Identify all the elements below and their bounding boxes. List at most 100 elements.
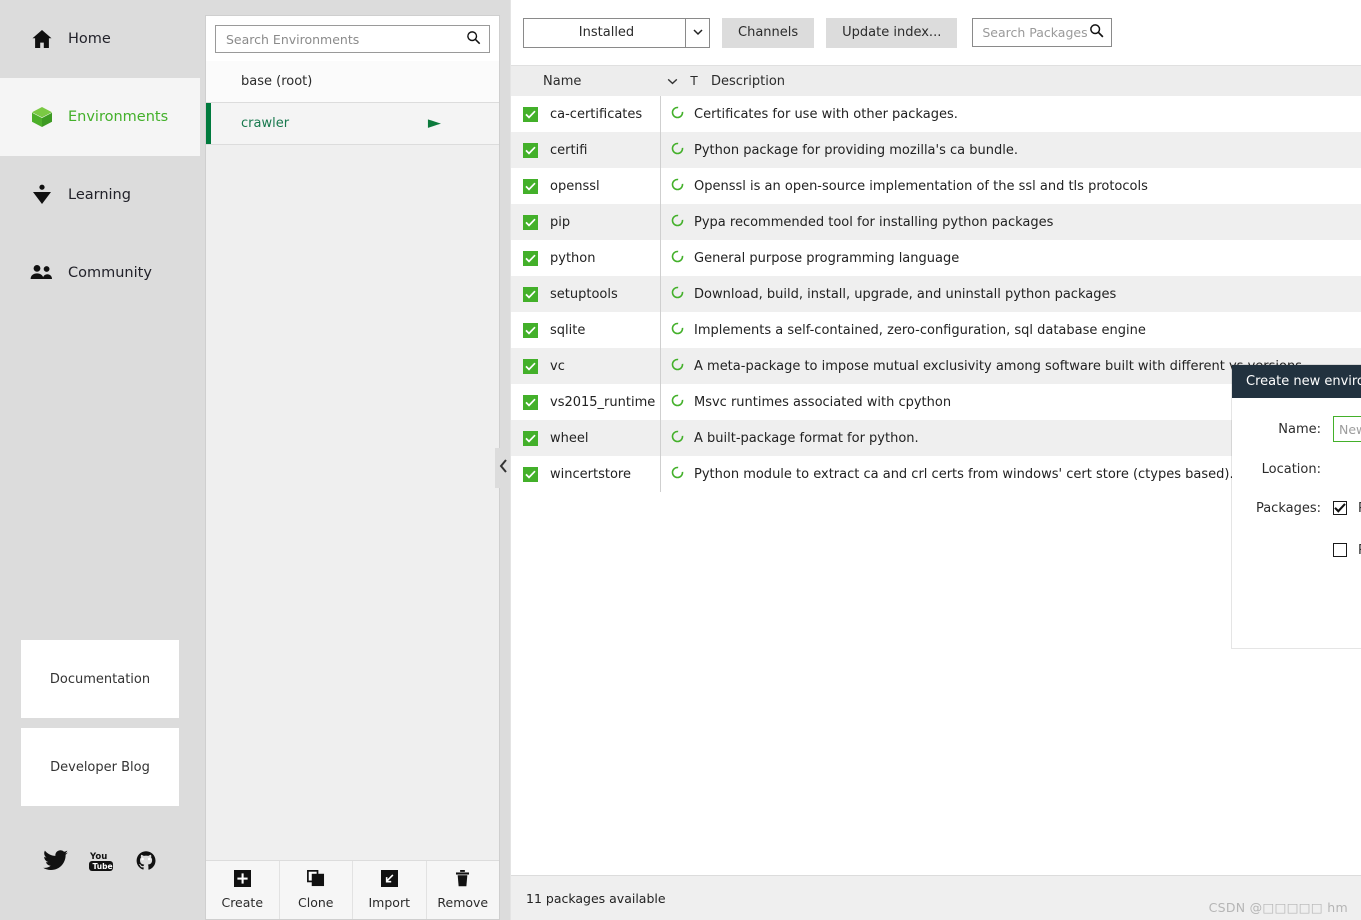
table-row[interactable]: certifi Python package for providing moz… — [511, 132, 1361, 168]
package-name-cell: certifi — [511, 132, 661, 168]
documentation-card-label: Documentation — [49, 671, 151, 687]
package-name-cell: vs2015_runtime — [511, 384, 661, 420]
trash-icon — [455, 870, 470, 890]
environment-actions: Create Clone Import Remove — [206, 860, 499, 919]
package-installed-checkbox[interactable] — [523, 178, 538, 194]
environments-card: base (root) crawler ► Create — [205, 15, 500, 920]
package-description: Pypa recommended tool for installing pyt… — [694, 214, 1054, 230]
sort-chevron-down-icon[interactable] — [661, 75, 683, 88]
r-checkbox[interactable] — [1333, 543, 1347, 557]
table-row[interactable]: ca-certificates Certificates for use wit… — [511, 96, 1361, 132]
dialog-body: Name: Location: Packages: Pyth — [1232, 398, 1361, 595]
chevron-left-icon — [499, 459, 508, 477]
package-name: ca-certificates — [550, 106, 643, 122]
clone-environment-button[interactable]: Clone — [280, 861, 353, 919]
package-description-cell: Python package for providing mozilla's c… — [661, 142, 1361, 159]
remove-environment-button[interactable]: Remove — [427, 861, 500, 919]
table-row[interactable]: setuptools Download, build, install, upg… — [511, 276, 1361, 312]
twitter-icon[interactable] — [42, 850, 69, 872]
package-installed-checkbox[interactable] — [523, 358, 538, 374]
version-ring-icon — [671, 214, 684, 231]
collapse-panel-handle[interactable] — [495, 448, 511, 488]
copy-icon — [306, 870, 325, 890]
table-row[interactable]: openssl Openssl is an open-source implem… — [511, 168, 1361, 204]
dialog-packages-label: Packages: — [1255, 500, 1321, 516]
table-row[interactable]: python General purpose programming langu… — [511, 240, 1361, 276]
environment-name-input[interactable] — [1333, 416, 1361, 442]
documentation-card[interactable]: Documentation — [21, 640, 179, 718]
package-installed-checkbox[interactable] — [523, 142, 538, 158]
package-name-cell: setuptools — [511, 276, 661, 312]
package-description-cell: Pypa recommended tool for installing pyt… — [661, 214, 1361, 231]
package-installed-checkbox[interactable] — [523, 286, 538, 302]
package-description: Python package for providing mozilla's c… — [694, 142, 1018, 158]
nav-item-community[interactable]: Community — [0, 234, 200, 312]
version-ring-icon — [671, 394, 684, 411]
r-checkbox-wrap[interactable]: R — [1333, 543, 1361, 558]
package-name: python — [550, 250, 596, 266]
svg-text:Tube: Tube — [93, 862, 113, 871]
nav-item-home[interactable]: Home — [0, 0, 200, 78]
version-ring-icon — [671, 178, 684, 195]
chevron-down-icon[interactable] — [685, 18, 709, 47]
search-packages-input[interactable] — [980, 24, 1090, 41]
play-icon[interactable]: ► — [428, 115, 441, 132]
package-description-cell: Download, build, install, upgrade, and u… — [661, 286, 1361, 303]
package-filter-value: Installed — [578, 25, 635, 40]
package-name: certifi — [550, 142, 588, 158]
package-installed-checkbox[interactable] — [523, 106, 538, 122]
search-icon[interactable] — [1089, 23, 1104, 42]
environment-item-crawler[interactable]: crawler ► — [206, 103, 499, 145]
youtube-icon[interactable]: You Tube — [87, 850, 115, 872]
cube-icon — [30, 105, 54, 129]
package-description: Download, build, install, upgrade, and u… — [694, 286, 1117, 302]
packages-search[interactable] — [972, 18, 1113, 47]
github-icon[interactable] — [134, 850, 158, 872]
python-checkbox-wrap[interactable]: Python — [1333, 501, 1361, 516]
search-icon[interactable] — [466, 30, 481, 49]
package-name: vs2015_runtime — [550, 394, 656, 410]
package-installed-checkbox[interactable] — [523, 250, 538, 266]
package-name-cell: wheel — [511, 420, 661, 456]
package-installed-checkbox[interactable] — [523, 214, 538, 230]
table-row[interactable]: sqlite Implements a self-contained, zero… — [511, 312, 1361, 348]
python-checkbox[interactable] — [1333, 501, 1347, 515]
package-description: Openssl is an open-source implementation… — [694, 178, 1148, 194]
create-environment-button[interactable]: Create — [206, 861, 280, 919]
table-row[interactable]: pip Pypa recommended tool for installing… — [511, 204, 1361, 240]
environments-search[interactable] — [215, 25, 490, 53]
package-filter-select[interactable]: Installed — [523, 17, 710, 48]
package-name: sqlite — [550, 322, 586, 338]
packages-panel: Installed Channels Update index... Name … — [510, 0, 1361, 920]
package-installed-checkbox[interactable] — [523, 430, 538, 446]
search-environments-input[interactable] — [224, 30, 466, 48]
package-name-cell: pip — [511, 204, 661, 240]
package-description: Certificates for use with other packages… — [694, 106, 958, 122]
dialog-title-bar: Create new environment X — [1232, 365, 1361, 398]
nav-item-environments[interactable]: Environments — [0, 78, 200, 156]
channels-button[interactable]: Channels — [722, 17, 815, 48]
status-text: 11 packages available — [526, 890, 666, 906]
package-installed-checkbox[interactable] — [523, 466, 538, 482]
nav-item-learning[interactable]: Learning — [0, 156, 200, 234]
package-installed-checkbox[interactable] — [523, 322, 538, 338]
dialog-name-row: Name: — [1248, 416, 1361, 442]
environment-item-base-label: base (root) — [241, 74, 313, 89]
environment-item-base[interactable]: base (root) — [206, 61, 499, 103]
column-header-type[interactable]: T — [683, 74, 705, 88]
dialog-location-row: Location: — [1248, 460, 1361, 478]
packages-table-body: ca-certificates Certificates for use wit… — [511, 96, 1361, 875]
package-description: A built-package format for python. — [694, 430, 919, 446]
svg-text:You: You — [89, 852, 107, 862]
package-installed-checkbox[interactable] — [523, 394, 538, 410]
package-description-cell: Implements a self-contained, zero-config… — [661, 322, 1361, 339]
developer-blog-card[interactable]: Developer Blog — [21, 728, 179, 806]
package-name-cell: ca-certificates — [511, 96, 661, 132]
update-index-button[interactable]: Update index... — [826, 17, 958, 48]
environments-panel: base (root) crawler ► Create — [200, 0, 511, 920]
nav-item-learning-label: Learning — [68, 187, 131, 203]
column-header-description[interactable]: Description — [705, 74, 1361, 89]
package-name: setuptools — [550, 286, 618, 302]
import-environment-button[interactable]: Import — [353, 861, 427, 919]
column-header-name[interactable]: Name — [511, 74, 661, 89]
